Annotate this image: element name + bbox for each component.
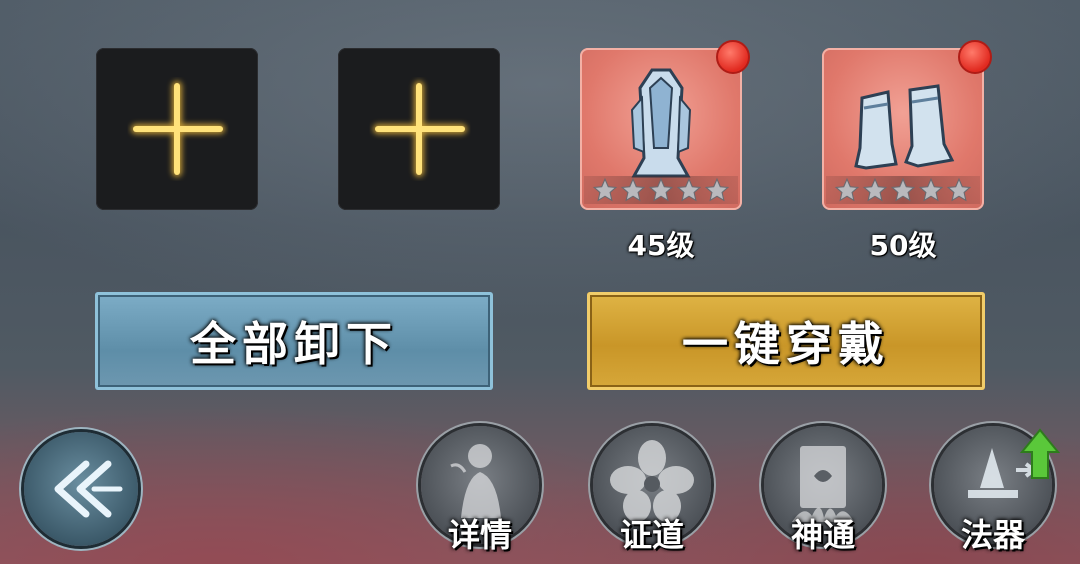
plus-icon	[131, 81, 225, 177]
nav-details-label: 详情	[447, 516, 512, 554]
notification-badge	[958, 40, 992, 74]
notification-badge	[716, 40, 750, 74]
equip-all-button[interactable]: 一键穿戴	[587, 292, 985, 390]
star-icon	[704, 177, 730, 202]
equipment-slot-armor[interactable]	[580, 40, 750, 210]
star-icon	[918, 177, 944, 202]
nav-divine-powers-button[interactable]: 神通	[764, 426, 882, 554]
back-arrow-icon	[54, 460, 123, 518]
empty-slot-2[interactable]	[338, 48, 500, 210]
nav-details-button[interactable]: 详情	[421, 426, 539, 554]
back-button[interactable]	[24, 432, 138, 546]
star-rating	[584, 176, 738, 204]
nav-enlightenment-label: 证道	[619, 516, 684, 554]
plus-icon	[373, 81, 467, 177]
nav-divine-powers-label: 神通	[790, 516, 855, 554]
star-icon	[592, 177, 618, 202]
star-icon	[648, 177, 674, 202]
empty-slot-1[interactable]	[96, 48, 258, 210]
nav-artifact-label: 法器	[960, 516, 1025, 554]
item-level-boots: 50级	[869, 229, 937, 262]
upgrade-arrow-icon	[1019, 428, 1061, 479]
star-icon	[890, 177, 916, 202]
star-icon	[620, 177, 646, 202]
item-level-armor: 45级	[627, 229, 695, 262]
star-icon	[862, 177, 888, 202]
star-icon	[834, 177, 860, 202]
star-rating	[826, 176, 980, 204]
unequip-all-button[interactable]: 全部卸下	[95, 292, 493, 390]
star-icon	[676, 177, 702, 202]
star-icon	[946, 177, 972, 202]
nav-enlightenment-button[interactable]: 证道	[593, 426, 711, 554]
equipment-slot-boots[interactable]	[822, 40, 992, 210]
